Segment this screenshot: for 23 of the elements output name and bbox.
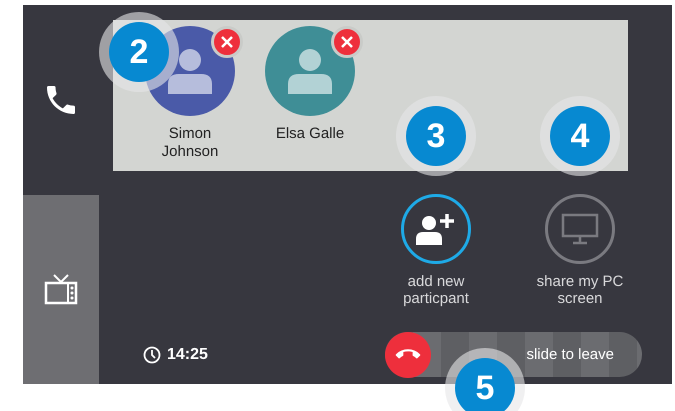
call-time: 14:25 <box>167 346 208 364</box>
tv-tab[interactable] <box>23 194 99 384</box>
monitor-icon <box>561 213 599 245</box>
close-icon <box>221 36 233 48</box>
phone-icon <box>47 86 75 114</box>
callout-badge: 2 <box>109 22 169 82</box>
participant-name: Simon Johnson <box>160 125 220 161</box>
slider-label: slide to leave <box>526 346 614 363</box>
remove-button[interactable] <box>211 26 243 58</box>
leave-slider[interactable]: slide to leave <box>385 332 642 377</box>
share-button[interactable] <box>545 194 615 264</box>
person-icon <box>167 48 213 94</box>
action-label: share my PC screen <box>536 273 624 307</box>
action-label: add new particpant <box>402 273 470 307</box>
participant-name: Elsa Galle <box>274 125 346 143</box>
clock-icon <box>143 346 161 364</box>
add-person-icon <box>416 213 456 245</box>
tv-icon <box>44 273 78 306</box>
remove-button[interactable] <box>331 26 363 58</box>
hang-up-handle[interactable] <box>385 332 431 378</box>
person-icon <box>287 48 333 94</box>
add-button[interactable] <box>401 194 471 264</box>
close-icon <box>341 36 353 48</box>
